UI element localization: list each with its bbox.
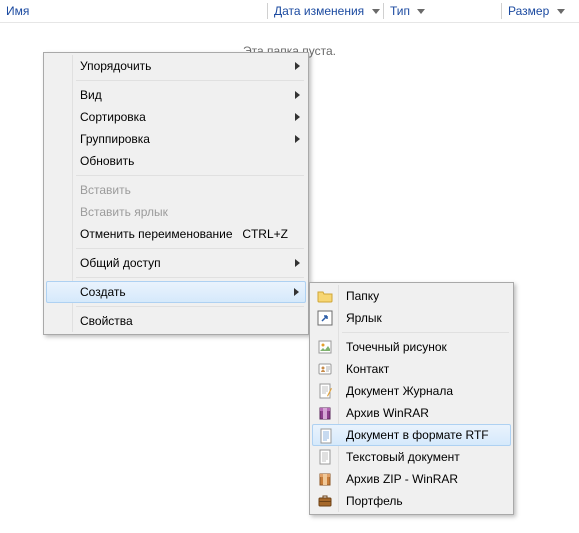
submenu-winrar-label: Архив WinRAR xyxy=(346,406,429,420)
submenu-shortcut-label: Ярлык xyxy=(346,311,382,325)
submenu-winrar[interactable]: Архив WinRAR xyxy=(312,402,511,424)
submenu-journal[interactable]: Документ Журнала xyxy=(312,380,511,402)
column-name-label: Имя xyxy=(6,4,29,18)
column-type-label: Тип xyxy=(390,4,410,18)
bitmap-icon xyxy=(317,339,333,355)
menu-refresh-label: Обновить xyxy=(80,154,134,168)
column-headers: Имя Дата изменения Тип Размер xyxy=(0,0,579,23)
briefcase-icon xyxy=(317,493,333,509)
menu-view[interactable]: Вид xyxy=(46,84,306,106)
menu-share-label: Общий доступ xyxy=(80,256,161,270)
menu-properties[interactable]: Свойства xyxy=(46,310,306,332)
menu-separator xyxy=(76,248,304,249)
menu-undo-rename[interactable]: Отменить переименование CTRL+Z xyxy=(46,223,306,245)
winrar-icon xyxy=(317,405,333,421)
submenu-bitmap-label: Точечный рисунок xyxy=(346,340,447,354)
menu-share[interactable]: Общий доступ xyxy=(46,252,306,274)
column-size[interactable]: Размер xyxy=(502,0,578,22)
menu-undo-rename-label: Отменить переименование xyxy=(80,227,233,241)
menu-create[interactable]: Создать xyxy=(46,281,306,303)
menu-group[interactable]: Группировка xyxy=(46,128,306,150)
menu-paste: Вставить xyxy=(46,179,306,201)
zip-icon xyxy=(317,471,333,487)
submenu-text-label: Текстовый документ xyxy=(346,450,460,464)
menu-separator xyxy=(76,277,304,278)
column-name[interactable]: Имя xyxy=(0,0,268,22)
submenu-journal-label: Документ Журнала xyxy=(346,384,453,398)
menu-paste-label: Вставить xyxy=(80,183,131,197)
journal-icon xyxy=(317,383,333,399)
submenu-folder[interactable]: Папку xyxy=(312,285,511,307)
shortcut-icon xyxy=(317,310,333,326)
submenu-shortcut[interactable]: Ярлык xyxy=(312,307,511,329)
submenu-rtf-label: Документ в формате RTF xyxy=(346,428,489,442)
column-date-label: Дата изменения xyxy=(274,4,364,18)
submenu-arrow-icon xyxy=(295,113,300,121)
chevron-down-icon xyxy=(417,9,425,14)
menu-paste-shortcut-label: Вставить ярлык xyxy=(80,205,168,219)
menu-separator xyxy=(342,332,509,333)
chevron-down-icon xyxy=(557,9,565,14)
menu-create-label: Создать xyxy=(80,285,126,299)
context-menu: Упорядочить Вид Сортировка Группировка О… xyxy=(43,52,309,335)
submenu-rtf[interactable]: Документ в формате RTF xyxy=(312,424,511,446)
submenu-briefcase[interactable]: Портфель xyxy=(312,490,511,512)
submenu-zip[interactable]: Архив ZIP - WinRAR xyxy=(312,468,511,490)
menu-undo-shortcut: CTRL+Z xyxy=(242,223,288,245)
menu-arrange[interactable]: Упорядочить xyxy=(46,55,306,77)
menu-paste-shortcut: Вставить ярлык xyxy=(46,201,306,223)
chevron-down-icon xyxy=(372,9,380,14)
submenu-folder-label: Папку xyxy=(346,289,379,303)
menu-sort-label: Сортировка xyxy=(80,110,146,124)
menu-sort[interactable]: Сортировка xyxy=(46,106,306,128)
column-size-label: Размер xyxy=(508,4,549,18)
menu-group-label: Группировка xyxy=(80,132,150,146)
menu-separator xyxy=(76,306,304,307)
menu-view-label: Вид xyxy=(80,88,102,102)
submenu-arrow-icon xyxy=(294,288,299,296)
text-icon xyxy=(317,449,333,465)
submenu-bitmap[interactable]: Точечный рисунок xyxy=(312,336,511,358)
menu-separator xyxy=(76,175,304,176)
menu-properties-label: Свойства xyxy=(80,314,133,328)
rtf-icon xyxy=(318,428,334,444)
submenu-arrow-icon xyxy=(295,135,300,143)
submenu-arrow-icon xyxy=(295,62,300,70)
folder-icon xyxy=(317,288,333,304)
menu-refresh[interactable]: Обновить xyxy=(46,150,306,172)
column-type[interactable]: Тип xyxy=(384,0,502,22)
menu-separator xyxy=(76,80,304,81)
menu-arrange-label: Упорядочить xyxy=(80,59,151,73)
column-date[interactable]: Дата изменения xyxy=(268,0,384,22)
contact-icon xyxy=(317,361,333,377)
submenu-arrow-icon xyxy=(295,259,300,267)
submenu-briefcase-label: Портфель xyxy=(346,494,403,508)
submenu-text[interactable]: Текстовый документ xyxy=(312,446,511,468)
submenu-contact-label: Контакт xyxy=(346,362,389,376)
create-submenu: Папку Ярлык Точечный рисунок Контакт Док… xyxy=(309,282,514,515)
submenu-contact[interactable]: Контакт xyxy=(312,358,511,380)
submenu-zip-label: Архив ZIP - WinRAR xyxy=(346,472,458,486)
submenu-arrow-icon xyxy=(295,91,300,99)
